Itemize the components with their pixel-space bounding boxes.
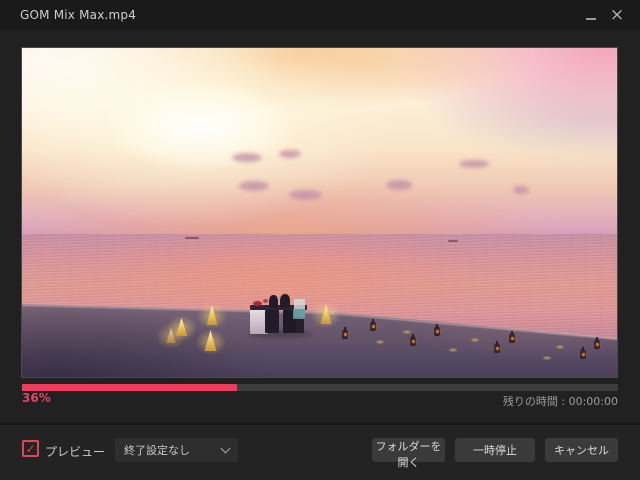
oil-lantern <box>509 331 515 343</box>
chair-legs <box>296 319 304 333</box>
oil-lantern <box>494 341 500 353</box>
ground-light <box>555 345 565 349</box>
ground-light <box>470 338 480 342</box>
footer-bar: ✓ プレビュー 終了設定なし フォルダーを開く 一時停止 キャンセル <box>0 423 640 480</box>
cancel-button[interactable]: キャンセル <box>545 438 618 462</box>
cloud-puff <box>386 180 412 190</box>
boat-speck <box>448 240 458 242</box>
glowing-cone-lantern <box>189 323 232 360</box>
cloud-puff <box>459 160 489 168</box>
glowing-cone-lantern <box>191 298 233 334</box>
footer-buttons: フォルダーを開く 一時停止 キャンセル <box>372 438 618 469</box>
chevron-down-icon <box>220 443 231 454</box>
table-flowers <box>263 299 268 303</box>
cloud-puff <box>513 186 529 194</box>
cloud-puff <box>289 190 322 200</box>
person-silhouette <box>269 295 278 308</box>
glowing-cone-lantern <box>160 309 203 346</box>
cloud-puff <box>279 150 301 158</box>
end-action-dropdown[interactable]: 終了設定なし <box>115 438 238 462</box>
ground-light <box>448 348 458 352</box>
check-icon: ✓ <box>25 441 36 456</box>
open-folder-button[interactable]: フォルダーを開く <box>372 438 445 469</box>
oil-lantern <box>342 327 348 339</box>
sunset-sky <box>22 48 617 234</box>
close-icon: × <box>609 4 625 25</box>
oil-lantern <box>370 319 376 331</box>
window-title: GOM Mix Max.mp4 <box>20 8 137 22</box>
chair-cushion <box>293 309 305 319</box>
window-controls: × <box>578 0 630 30</box>
minimize-icon <box>586 18 596 20</box>
progress-bar-track <box>22 384 618 391</box>
titlebar: GOM Mix Max.mp4 × <box>0 0 640 30</box>
ground-light <box>375 340 385 344</box>
video-preview <box>21 47 618 378</box>
glowing-cone-lantern <box>305 297 347 333</box>
oil-lantern <box>580 347 586 359</box>
boat-speck <box>185 237 199 239</box>
pause-button[interactable]: 一時停止 <box>455 438 535 462</box>
table-flowers <box>253 301 262 306</box>
cloud-puff <box>239 181 269 191</box>
preview-label: プレビュー <box>45 445 106 459</box>
ground-light <box>542 356 552 360</box>
oil-lantern <box>594 337 600 349</box>
preview-checkbox[interactable]: ✓ <box>22 440 39 457</box>
oil-lantern <box>434 324 440 336</box>
oil-lantern <box>410 334 416 346</box>
close-button[interactable]: × <box>604 0 630 30</box>
dropdown-value: 終了設定なし <box>124 444 190 457</box>
person-silhouette <box>280 294 290 308</box>
remaining-time: 残りの時間 : 00:00:00 <box>502 395 618 408</box>
progress-fill <box>22 384 237 391</box>
chair <box>265 310 279 333</box>
minimize-button[interactable] <box>578 0 604 30</box>
cloud-puff <box>232 153 262 162</box>
ground-light <box>402 330 412 334</box>
progress-percent: 36% <box>22 391 51 405</box>
